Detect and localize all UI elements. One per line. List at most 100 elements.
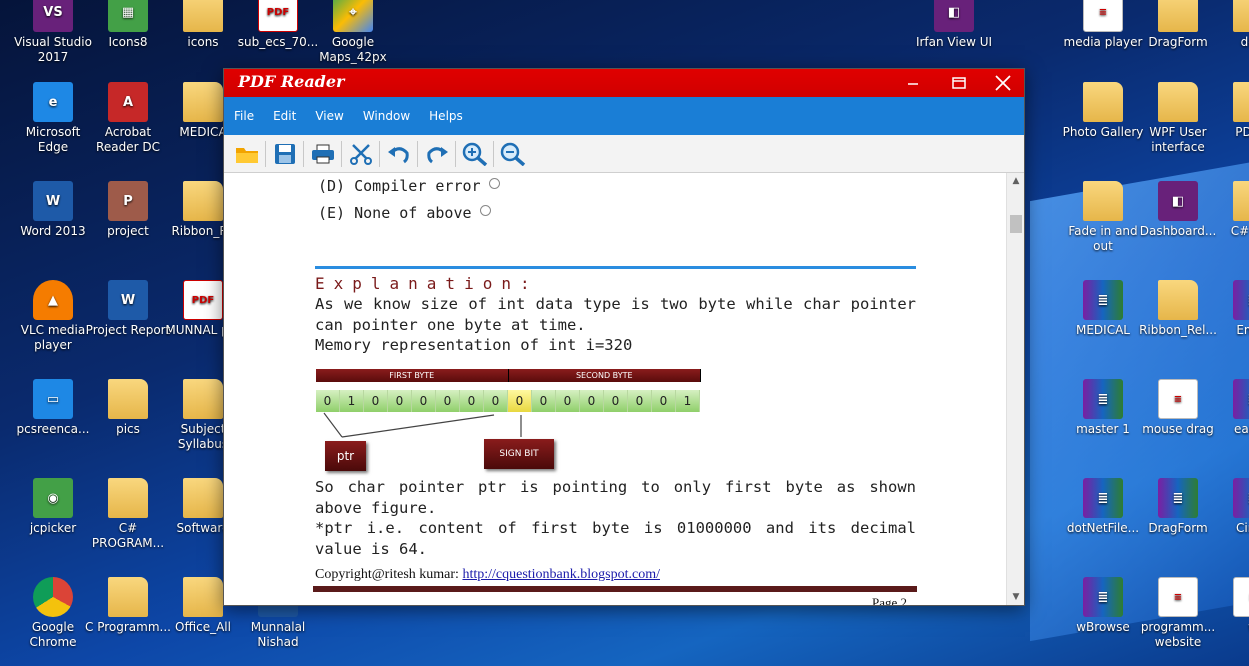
footer-rule xyxy=(313,586,917,592)
maximize-button[interactable] xyxy=(936,69,982,97)
option-d-text: (D) Compiler error xyxy=(318,177,481,195)
desktop-icon[interactable]: ⌖ Google Maps_42px xyxy=(309,0,397,65)
menu-helps[interactable]: Helps xyxy=(429,109,463,123)
desktop-icon[interactable]: ◧ Irfan View UI xyxy=(910,0,998,50)
desktop-icon-label: Circul xyxy=(1236,521,1249,535)
folder-icon xyxy=(1158,0,1198,32)
desktop-icon[interactable]: dow xyxy=(1209,0,1249,50)
vertical-scrollbar[interactable]: ▲ ▼ xyxy=(1006,173,1024,605)
folder-icon xyxy=(1083,82,1123,122)
desktop-icon-label: Munnalal Nishad xyxy=(250,620,306,649)
toolbar-separator xyxy=(493,140,494,167)
cut-button[interactable] xyxy=(344,139,377,169)
folder-icon xyxy=(1158,82,1198,122)
desktop-icon[interactable]: ≡w xyxy=(1209,577,1249,635)
undo-button[interactable] xyxy=(382,139,415,169)
sign-bit-label: SIGN BIT xyxy=(484,439,554,469)
bit-cell: 0 xyxy=(316,390,340,412)
minimize-button[interactable] xyxy=(890,69,936,97)
archive-icon: ≣ xyxy=(1083,478,1123,518)
second-byte-label: SECOND BYTE xyxy=(508,369,701,382)
folder-icon xyxy=(1233,0,1249,32)
desktop-icon-label: dow xyxy=(1240,35,1249,49)
zoom-out-button[interactable] xyxy=(496,139,529,169)
folder-icon xyxy=(183,181,223,221)
document-viewer[interactable]: (D) Compiler error (E) None of above Exp… xyxy=(224,173,1006,605)
save-button[interactable] xyxy=(268,139,301,169)
app-icon: e xyxy=(33,82,73,122)
zoom-in-button[interactable] xyxy=(458,139,491,169)
pdf-icon: PDF xyxy=(183,280,223,320)
bit-cell: 0 xyxy=(436,390,460,412)
ptr-label: ptr xyxy=(325,441,366,471)
bit-cell: 1 xyxy=(340,390,364,412)
folder-icon xyxy=(108,478,148,518)
bit-cell: 0 xyxy=(508,390,532,412)
option-d-radio[interactable] xyxy=(488,177,500,189)
app-icon: VS xyxy=(33,0,73,32)
option-e-radio[interactable] xyxy=(479,204,491,216)
app-icon: W xyxy=(33,181,73,221)
folder-icon xyxy=(183,577,223,617)
scroll-down-icon[interactable]: ▼ xyxy=(1007,589,1025,605)
app-icon: W xyxy=(108,280,148,320)
zoom-in-icon xyxy=(462,142,487,166)
archive-icon: ≣ xyxy=(1158,478,1198,518)
desktop-icon-label: w xyxy=(1209,620,1249,635)
menu-edit[interactable]: Edit xyxy=(273,109,296,123)
scroll-up-icon[interactable]: ▲ xyxy=(1007,173,1025,189)
explanation-heading: Explanation: xyxy=(315,274,539,293)
menu-file[interactable]: File xyxy=(234,109,254,123)
toolbar-separator xyxy=(303,140,304,167)
folder-icon xyxy=(1233,181,1249,221)
copyright-footer: Copyright@ritesh kumar: http://cquestion… xyxy=(315,567,660,583)
app-icon: ◧ xyxy=(1158,181,1198,221)
menu-window[interactable]: Window xyxy=(363,109,410,123)
desktop-icon[interactable]: ≣ Email xyxy=(1209,280,1249,338)
folder-icon xyxy=(108,577,148,617)
toolbar-separator xyxy=(265,140,266,167)
app-icon: ▲ xyxy=(33,280,73,320)
bit-cell: 1 xyxy=(676,390,700,412)
copyright-link[interactable]: http://cquestionbank.blogspot.com/ xyxy=(462,567,660,582)
bit-cell: 0 xyxy=(364,390,388,412)
bit-cell: 0 xyxy=(484,390,508,412)
section-divider xyxy=(315,266,916,269)
redo-button[interactable] xyxy=(420,139,453,169)
minimize-icon xyxy=(908,83,918,85)
pdf-reader-window: PDF Reader File Edit View Window Helps (… xyxy=(223,68,1025,606)
desktop-icon[interactable]: C# Proj xyxy=(1209,181,1249,239)
explanation-paragraph-2: So char pointer ptr is pointing to only … xyxy=(315,478,916,517)
close-button[interactable] xyxy=(980,69,1026,97)
desktop-icon-label: easyw xyxy=(1234,422,1249,436)
title-bar[interactable]: PDF Reader xyxy=(224,69,1024,97)
bit-cell: 0 xyxy=(460,390,484,412)
archive-icon: ≣ xyxy=(1083,577,1123,617)
archive-icon: ≣ xyxy=(1083,379,1123,419)
bit-cell: 0 xyxy=(556,390,580,412)
desktop-icon-label: PDF R xyxy=(1235,125,1249,139)
menu-view[interactable]: View xyxy=(315,109,343,123)
app-icon: ≡ xyxy=(1233,577,1249,617)
folder-icon xyxy=(183,82,223,122)
open-button[interactable] xyxy=(230,139,263,169)
app-icon: ◧ xyxy=(934,0,974,32)
app-icon xyxy=(33,577,73,617)
explanation-paragraph-3: *ptr i.e. content of first byte is 01000… xyxy=(315,519,916,558)
desktop-icon[interactable]: ≣ easyw xyxy=(1209,379,1249,437)
cut-icon xyxy=(349,143,372,165)
print-button[interactable] xyxy=(306,139,339,169)
save-icon xyxy=(274,143,295,164)
maximize-icon xyxy=(952,77,966,89)
window-title: PDF Reader xyxy=(238,72,345,91)
scroll-thumb[interactable] xyxy=(1010,215,1022,233)
app-icon: ▭ xyxy=(33,379,73,419)
desktop-icon[interactable]: ≣ Circul xyxy=(1209,478,1249,536)
bit-cell: 0 xyxy=(628,390,652,412)
explanation-paragraph-1: As we know size of int data type is two … xyxy=(315,295,916,334)
memory-diagram: FIRST BYTE SECOND BYTE 0100000000000001 xyxy=(316,369,701,412)
desktop-icon[interactable]: PDF R xyxy=(1209,82,1249,140)
page-number: Page 2 xyxy=(872,595,908,605)
zoom-out-icon xyxy=(500,142,525,166)
bit-cell: 0 xyxy=(412,390,436,412)
